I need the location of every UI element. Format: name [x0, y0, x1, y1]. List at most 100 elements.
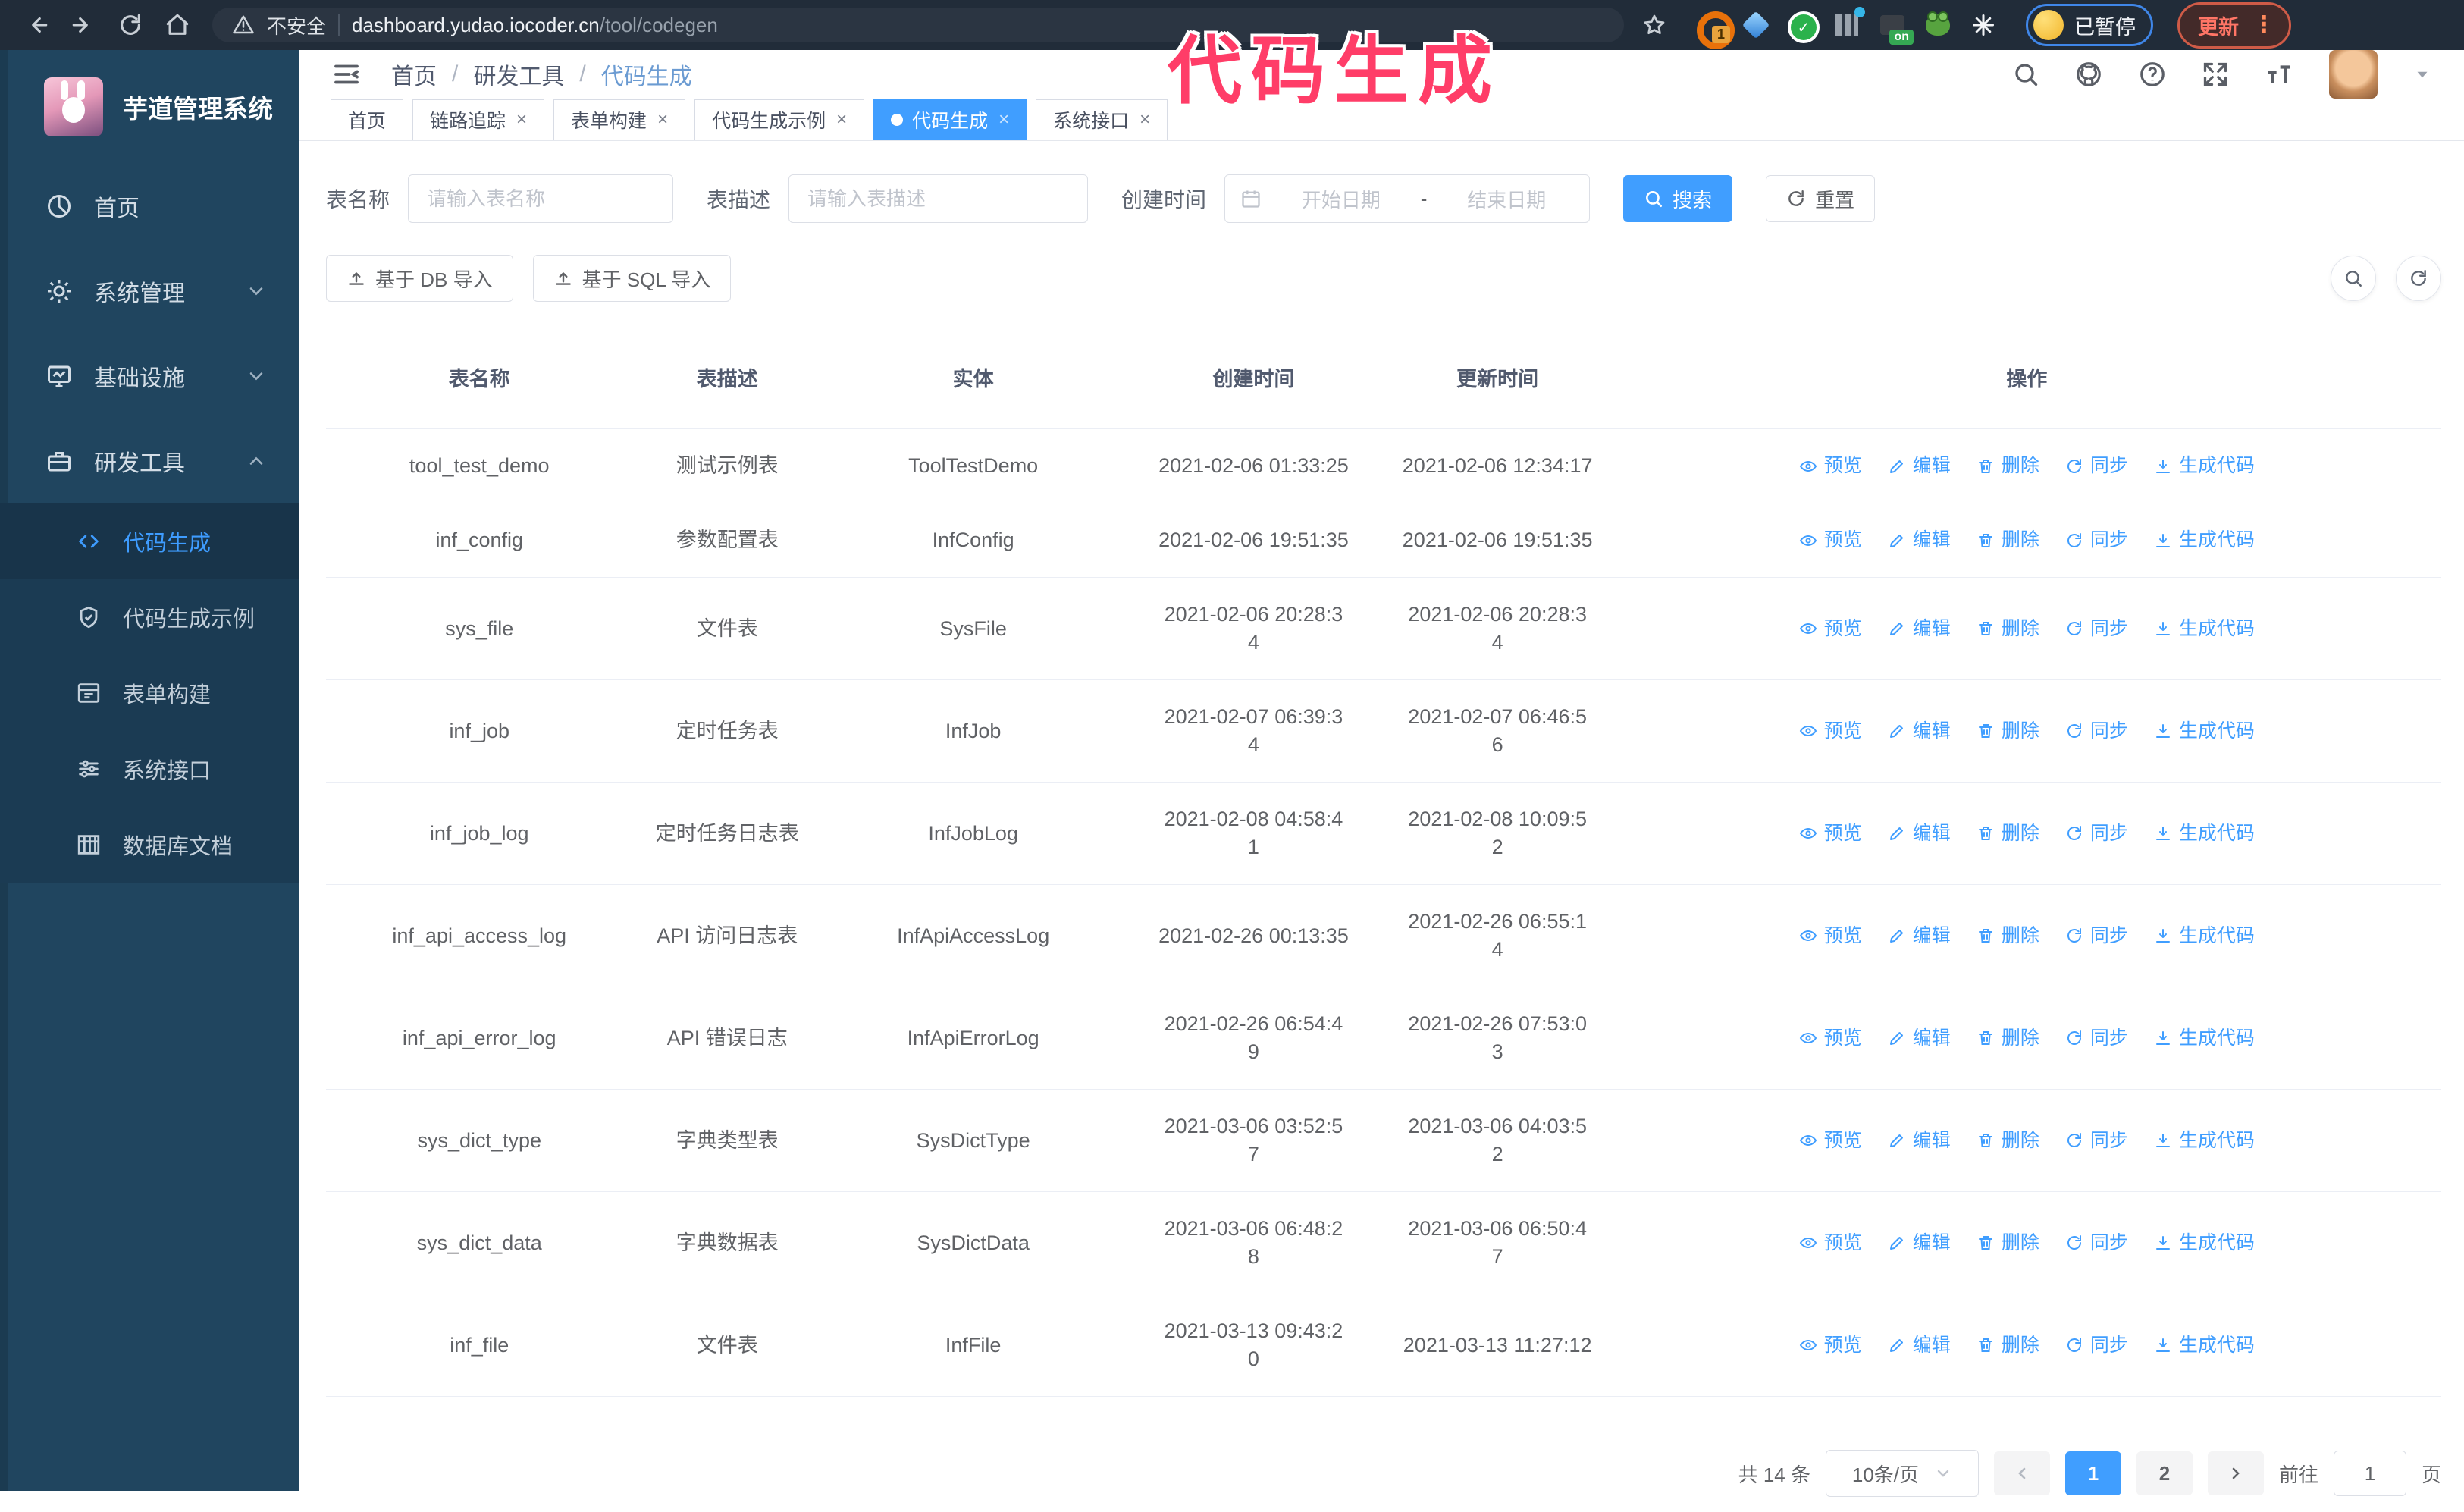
sync-link[interactable]: 同步 — [2065, 1332, 2128, 1360]
edit-link[interactable]: 编辑 — [1888, 1024, 1951, 1052]
preview-link[interactable]: 预览 — [1799, 1229, 1862, 1257]
browser-menu-dots-icon[interactable]: ⋮ — [2252, 14, 2275, 36]
browser-back-button[interactable] — [17, 5, 56, 45]
sync-link[interactable]: 同步 — [2065, 717, 2128, 745]
browser-forward-button[interactable] — [64, 5, 103, 45]
generate-code-link[interactable]: 生成代码 — [2154, 526, 2255, 554]
preview-link[interactable]: 预览 — [1799, 717, 1862, 745]
delete-link[interactable]: 删除 — [1977, 820, 2039, 848]
generate-code-link[interactable]: 生成代码 — [2154, 717, 2255, 745]
tab-system-interface[interactable]: 系统接口 × — [1036, 99, 1168, 140]
edit-link[interactable]: 编辑 — [1888, 615, 1951, 643]
table-name-input[interactable] — [408, 174, 674, 223]
delete-link[interactable]: 删除 — [1977, 452, 2039, 480]
browser-reload-button[interactable] — [111, 5, 150, 45]
sync-link[interactable]: 同步 — [2065, 1229, 2128, 1257]
toggle-search-button[interactable] — [2331, 256, 2376, 301]
prev-page-button[interactable] — [1993, 1451, 2050, 1495]
sync-link[interactable]: 同步 — [2065, 526, 2128, 554]
delete-link[interactable]: 删除 — [1977, 717, 2039, 745]
address-bar[interactable]: 不安全 dashboard.yudao.iocoder.cn/tool/code… — [212, 8, 1624, 42]
sidebar-item-system-mgmt[interactable]: 系统管理 — [0, 249, 299, 334]
bookmark-star-icon[interactable] — [1642, 13, 1666, 37]
generate-code-link[interactable]: 生成代码 — [2154, 922, 2255, 950]
github-icon[interactable] — [2074, 60, 2103, 89]
extension-columns[interactable] — [1833, 7, 1865, 39]
sync-link[interactable]: 同步 — [2065, 452, 2128, 480]
delete-link[interactable]: 删除 — [1977, 615, 2039, 643]
extension-snowflake[interactable] — [1970, 11, 1997, 39]
search-button[interactable]: 搜索 — [1623, 175, 1733, 222]
edit-link[interactable]: 编辑 — [1888, 1332, 1951, 1360]
generate-code-link[interactable]: 生成代码 — [2154, 1229, 2255, 1257]
refresh-table-button[interactable] — [2396, 256, 2441, 301]
edit-link[interactable]: 编辑 — [1888, 526, 1951, 554]
sync-link[interactable]: 同步 — [2065, 615, 2128, 643]
sync-link[interactable]: 同步 — [2065, 1127, 2128, 1155]
tab-form-builder[interactable]: 表单构建 × — [553, 99, 686, 140]
preview-link[interactable]: 预览 — [1799, 1127, 1862, 1155]
edit-link[interactable]: 编辑 — [1888, 1127, 1951, 1155]
close-icon[interactable]: × — [516, 109, 527, 130]
generate-code-link[interactable]: 生成代码 — [2154, 452, 2255, 480]
sidebar-item-home[interactable]: 首页 — [0, 164, 299, 249]
edit-link[interactable]: 编辑 — [1888, 1229, 1951, 1257]
table-desc-input[interactable] — [788, 174, 1089, 223]
sidebar-item-dev-tools[interactable]: 研发工具 — [0, 419, 299, 503]
font-size-icon[interactable] — [2264, 59, 2294, 89]
delete-link[interactable]: 删除 — [1977, 1229, 2039, 1257]
preview-link[interactable]: 预览 — [1799, 1332, 1862, 1360]
preview-link[interactable]: 预览 — [1799, 452, 1862, 480]
edit-link[interactable]: 编辑 — [1888, 820, 1951, 848]
generate-code-link[interactable]: 生成代码 — [2154, 1024, 2255, 1052]
preview-link[interactable]: 预览 — [1799, 526, 1862, 554]
delete-link[interactable]: 删除 — [1977, 922, 2039, 950]
preview-link[interactable]: 预览 — [1799, 1024, 1862, 1052]
generate-code-link[interactable]: 生成代码 — [2154, 820, 2255, 848]
sidebar-collapse-icon[interactable] — [331, 58, 362, 90]
sidebar-item-codegen-example[interactable]: 代码生成示例 — [0, 579, 299, 655]
delete-link[interactable]: 删除 — [1977, 1127, 2039, 1155]
next-page-button[interactable] — [2207, 1451, 2264, 1495]
tab-tracing[interactable]: 链路追踪 × — [412, 99, 545, 140]
close-icon[interactable]: × — [836, 109, 847, 130]
page-button-2[interactable]: 2 — [2136, 1451, 2193, 1495]
sidebar-item-infrastructure[interactable]: 基础设施 — [0, 334, 299, 419]
close-icon[interactable]: × — [998, 109, 1009, 130]
app-logo-row[interactable]: 芋道管理系统 — [0, 50, 299, 164]
reset-button[interactable]: 重置 — [1766, 175, 1876, 222]
preview-link[interactable]: 预览 — [1799, 615, 1862, 643]
breadcrumb-home[interactable]: 首页 — [391, 58, 437, 91]
sidebar-item-system-interface[interactable]: 系统接口 — [0, 731, 299, 807]
generate-code-link[interactable]: 生成代码 — [2154, 1332, 2255, 1360]
sidebar-item-form-builder[interactable]: 表单构建 — [0, 655, 299, 731]
sync-link[interactable]: 同步 — [2065, 820, 2128, 848]
sidebar-item-db-docs[interactable]: 数据库文档 — [0, 807, 299, 883]
page-button-1[interactable]: 1 — [2064, 1451, 2121, 1495]
search-icon[interactable] — [2012, 61, 2039, 88]
preview-link[interactable]: 预览 — [1799, 820, 1862, 848]
extension-frog[interactable] — [1924, 11, 1951, 39]
browser-update-button[interactable]: 更新 ⋮ — [2177, 2, 2291, 49]
breadcrumb-dev-tools[interactable]: 研发工具 — [473, 58, 564, 91]
edit-link[interactable]: 编辑 — [1888, 717, 1951, 745]
extension-blue-gem[interactable] — [1741, 11, 1770, 39]
delete-link[interactable]: 删除 — [1977, 1332, 2039, 1360]
delete-link[interactable]: 删除 — [1977, 526, 2039, 554]
date-range-picker[interactable]: 开始日期 - 结束日期 — [1224, 174, 1591, 223]
user-avatar[interactable] — [2329, 50, 2378, 99]
preview-link[interactable]: 预览 — [1799, 922, 1862, 950]
close-icon[interactable]: × — [657, 109, 668, 130]
extension-green-check[interactable]: ✓ — [1788, 11, 1820, 43]
browser-home-button[interactable] — [158, 5, 197, 45]
fullscreen-icon[interactable] — [2202, 61, 2229, 88]
sidebar-item-codegen[interactable]: 代码生成 — [0, 503, 299, 579]
avatar-caret-down-icon[interactable] — [2412, 64, 2432, 84]
edit-link[interactable]: 编辑 — [1888, 922, 1951, 950]
tab-home[interactable]: 首页 — [331, 99, 404, 140]
extension-orange-ring[interactable]: 1 — [1697, 11, 1735, 49]
help-icon[interactable] — [2138, 60, 2167, 89]
delete-link[interactable]: 删除 — [1977, 1024, 2039, 1052]
profile-paused-chip[interactable]: 已暂停 — [2026, 4, 2153, 46]
tab-codegen[interactable]: 代码生成 × — [873, 99, 1027, 140]
